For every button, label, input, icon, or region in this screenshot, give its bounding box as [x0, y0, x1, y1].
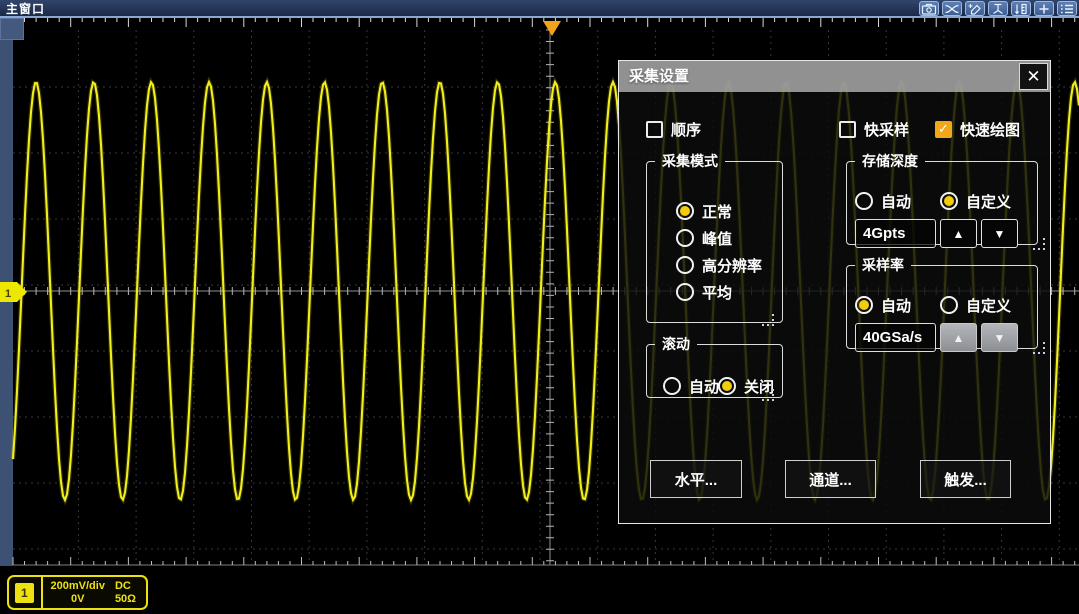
channel-impedance: 50Ω [115, 593, 136, 605]
sample-rate-input[interactable] [855, 323, 936, 352]
group-label: 滚动 [655, 334, 697, 354]
group-grip [772, 324, 774, 326]
horizontal-button[interactable]: 水平... [650, 460, 742, 498]
radio-peak[interactable]: 峰值 [676, 228, 732, 248]
radio-roll-auto[interactable]: 自动 [663, 376, 719, 396]
radio-depth-custom[interactable]: 自定义 [940, 191, 1011, 211]
trigger-position-marker[interactable] [543, 21, 561, 36]
group-label: 采集模式 [655, 151, 725, 171]
channel-scale: 200mV/div [51, 580, 105, 592]
oscilloscope-screen: 主窗口 1 [0, 0, 1079, 614]
acquisition-settings-dialog: 采集设置 ✕ 顺序 快采样 ✓ 快速绘图 采集模式 正常 峰值 [618, 60, 1051, 524]
rate-decrease-icon: ▼ [981, 323, 1018, 352]
group-grip [1043, 248, 1045, 250]
fast-acquisition-checkbox[interactable]: 快采样 [839, 120, 909, 138]
radio-button [940, 296, 958, 314]
sequence-checkbox[interactable]: 顺序 [646, 120, 701, 138]
window-title: 主窗口 [0, 0, 45, 17]
radio-button [663, 377, 681, 395]
grid-corner-box [0, 18, 24, 40]
rate-increase-icon: ▲ [940, 323, 977, 352]
radio-button [718, 377, 736, 395]
sample-rate-group: 采样率 自动 自定义 ▲ ▼ [846, 255, 1038, 349]
probe-icon[interactable] [988, 1, 1008, 16]
checkbox-box: ✓ [935, 121, 952, 138]
memory-depth-input[interactable] [855, 219, 936, 248]
radio-high-res[interactable]: 高分辨率 [676, 255, 762, 275]
radio-roll-off[interactable]: 关闭 [718, 376, 774, 396]
depth-increase-icon[interactable]: ▲ [940, 219, 977, 248]
measure-icon[interactable] [1011, 1, 1031, 16]
screenshot-icon[interactable] [919, 1, 939, 16]
channel1-badge[interactable]: 1 200mV/div DC 0V 50Ω [7, 575, 148, 610]
status-bar: 1 200mV/div DC 0V 50Ω [0, 566, 1079, 614]
fast-plot-checkbox[interactable]: ✓ 快速绘图 [935, 120, 1020, 138]
channel-offset: 0V [51, 593, 105, 605]
radio-average[interactable]: 平均 [676, 282, 732, 302]
radio-button [676, 256, 694, 274]
radio-button [676, 229, 694, 247]
checkbox-box [646, 121, 663, 138]
memory-depth-group: 存储深度 自动 自定义 ▲ ▼ [846, 151, 1038, 245]
signal-path-icon[interactable] [942, 1, 962, 16]
group-grip [1043, 352, 1045, 354]
group-label: 存储深度 [855, 151, 925, 171]
radio-depth-auto[interactable]: 自动 [855, 191, 911, 211]
channel-coupling: DC [115, 580, 136, 592]
add-icon[interactable] [1034, 1, 1054, 16]
channel1-marker-label: 1 [5, 288, 11, 300]
radio-rate-custom[interactable]: 自定义 [940, 295, 1011, 315]
depth-decrease-icon[interactable]: ▼ [981, 219, 1018, 248]
group-label: 采样率 [855, 255, 911, 275]
annotate-icon[interactable] [965, 1, 985, 16]
checkbox-label: 快速绘图 [960, 119, 1020, 140]
channel-number: 1 [15, 583, 34, 603]
radio-button [855, 192, 873, 210]
trigger-button[interactable]: 触发... [920, 460, 1011, 498]
radio-button [855, 296, 873, 314]
menu-icon[interactable] [1057, 1, 1077, 16]
radio-button [940, 192, 958, 210]
checkbox-box [839, 121, 856, 138]
roll-group: 滚动 自动 关闭 [646, 334, 783, 398]
radio-rate-auto[interactable]: 自动 [855, 295, 911, 315]
radio-normal[interactable]: 正常 [676, 201, 732, 221]
radio-button [676, 283, 694, 301]
dialog-title[interactable]: 采集设置 [619, 61, 1050, 92]
checkbox-label: 快采样 [864, 119, 909, 140]
window-titlebar[interactable]: 主窗口 [0, 0, 1079, 18]
close-icon[interactable]: ✕ [1019, 63, 1048, 90]
acq-mode-group: 采集模式 正常 峰值 高分辨率 平均 [646, 151, 783, 323]
checkbox-label: 顺序 [671, 119, 701, 140]
titlebar-toolbar [919, 1, 1077, 16]
group-grip [772, 399, 774, 401]
radio-button [676, 202, 694, 220]
channel-button[interactable]: 通道... [785, 460, 876, 498]
